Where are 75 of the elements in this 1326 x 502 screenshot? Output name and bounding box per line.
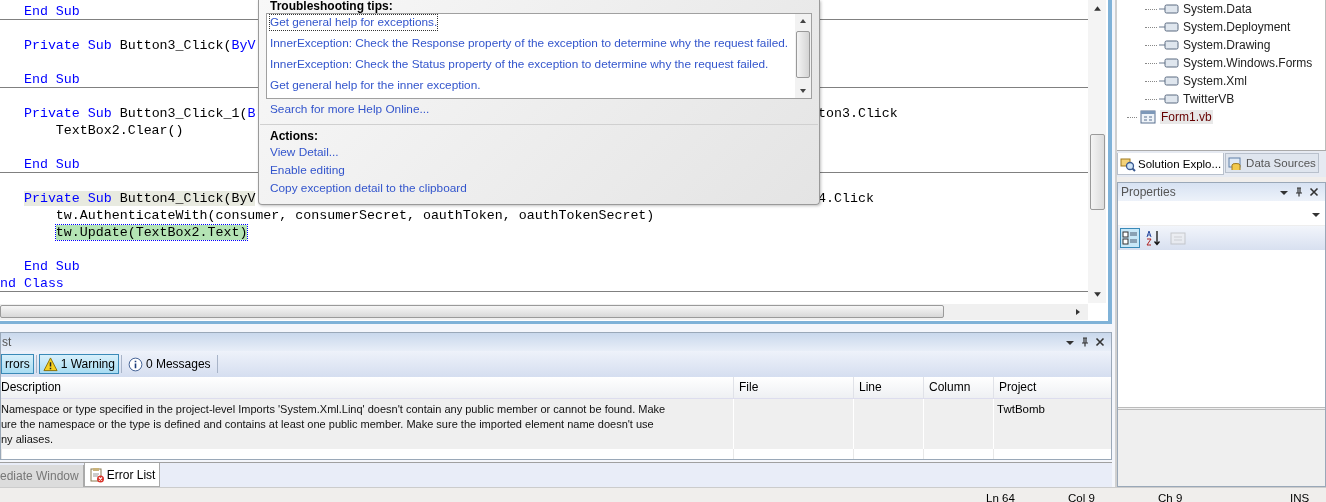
action-link[interactable]: Enable editing	[270, 161, 345, 179]
code-line: TextBox2.Clear()	[55, 123, 184, 138]
code-line: End Sub	[23, 259, 80, 274]
filter-button[interactable]: 0 Messages	[123, 354, 215, 374]
tip-link[interactable]: InnerException: Check the Status property of the exception to determine why the request failed.	[270, 57, 769, 78]
panel-title: Properties	[1121, 185, 1176, 199]
column-header[interactable]: Column	[923, 377, 993, 398]
code-line: End Sub	[23, 72, 80, 87]
code-line: 4.Click	[818, 190, 875, 207]
code-line: nd Class	[0, 276, 64, 291]
scroll-right-icon[interactable]	[1074, 308, 1082, 316]
status-text: INS	[1290, 491, 1311, 502]
filter-button[interactable]: 1 Warning	[38, 354, 119, 374]
pin-icon[interactable]	[1080, 337, 1090, 347]
tree-item[interactable]: System.Deployment	[1182, 20, 1292, 34]
scroll-up-icon[interactable]	[1092, 4, 1102, 13]
panel-tab[interactable]: Data Sources	[1225, 153, 1319, 173]
tree-item[interactable]: Form1.vb	[1160, 110, 1213, 124]
tree-item[interactable]: System.Xml	[1182, 74, 1248, 88]
tips-list[interactable]	[266, 13, 812, 99]
panel-tab[interactable]: Solution Explo...	[1117, 153, 1225, 175]
scroll-thumb[interactable]	[1089, 134, 1105, 210]
reference-icon	[1159, 93, 1179, 105]
code-line: Private Sub Button3_Click(ByV	[23, 38, 256, 53]
column-header[interactable]: Project	[993, 377, 1111, 398]
scroll-down-icon[interactable]	[1092, 290, 1102, 299]
scroll-thumb[interactable]	[0, 305, 944, 318]
close-icon[interactable]	[1095, 337, 1105, 347]
code-line: End Sub	[23, 157, 80, 172]
table-cell: TwtBomb	[997, 403, 1045, 415]
reference-icon	[1159, 57, 1179, 69]
list-icon[interactable]	[1120, 228, 1140, 248]
code-line: tw.AuthenticateWith(consumer, consumerSecret, oauthToken, oauthTokenSecret)	[55, 208, 655, 223]
panel-title: st	[1, 335, 12, 349]
horizontal-scrollbar[interactable]	[0, 304, 1088, 320]
vertical-scrollbar[interactable]	[1088, 0, 1106, 303]
code-line: ton3.Click	[818, 105, 899, 122]
panel-tab[interactable]: Error List	[83, 463, 161, 487]
column-header[interactable]: Line	[853, 377, 923, 398]
section-title: Actions:	[270, 130, 319, 143]
tree-item[interactable]: System.Windows.Forms	[1182, 56, 1314, 70]
section-title: Troubleshooting tips:	[270, 0, 394, 13]
action-link[interactable]: View Detail...	[270, 143, 339, 161]
column-header[interactable]: File	[733, 377, 853, 398]
action-link[interactable]: Copy exception detail to the clipboard	[270, 179, 467, 197]
reference-icon	[1159, 39, 1179, 51]
warning-icon	[42, 356, 58, 372]
scroll-down-icon[interactable]	[799, 87, 807, 95]
tree-item[interactable]: System.Data	[1182, 2, 1253, 16]
pin-icon[interactable]	[1294, 187, 1304, 197]
tip-link[interactable]: Get general help for the inner exception.	[270, 78, 481, 99]
reference-icon	[1159, 75, 1179, 87]
filter-button[interactable]: rrors	[1, 354, 34, 374]
scroll-up-icon[interactable]	[799, 17, 807, 25]
code-line: End Sub	[23, 4, 80, 19]
error-description: Namespace or type specified in the project-level Imports 'System.Xml.Linq' doesn't contain any public member or cannot be found. Make ure the namespace or the type is defined and contains at least one public member. Make sure the imported element name doesn't use ny aliases.	[1, 402, 667, 447]
status-text: Col 9	[1068, 491, 1096, 502]
tree-item[interactable]: TwitterVB	[1182, 92, 1236, 106]
column-header[interactable]: Description	[1, 377, 733, 398]
magnifier-icon	[1120, 155, 1136, 172]
close-icon[interactable]	[1309, 187, 1319, 197]
scroll-thumb[interactable]	[796, 31, 810, 78]
error-list-icon	[88, 466, 105, 483]
list-scrollbar[interactable]	[795, 14, 811, 98]
tree-item[interactable]: System.Drawing	[1182, 38, 1272, 52]
reference-icon	[1159, 21, 1179, 33]
status-text: Ch 9	[1158, 491, 1184, 502]
status-text: Ln 64	[986, 491, 1016, 502]
code-line: Private Sub Button3_Click_1(B	[23, 106, 256, 121]
tip-link[interactable]: InnerException: Check the Response property of the exception to determine why the request failed.	[270, 36, 789, 57]
form-icon	[1140, 110, 1156, 124]
info-icon	[127, 356, 143, 372]
help-link[interactable]: Search for more Help Online...	[270, 100, 430, 118]
tip-link[interactable]: Get general help for exceptions.	[270, 15, 438, 30]
reference-icon	[1159, 3, 1179, 15]
